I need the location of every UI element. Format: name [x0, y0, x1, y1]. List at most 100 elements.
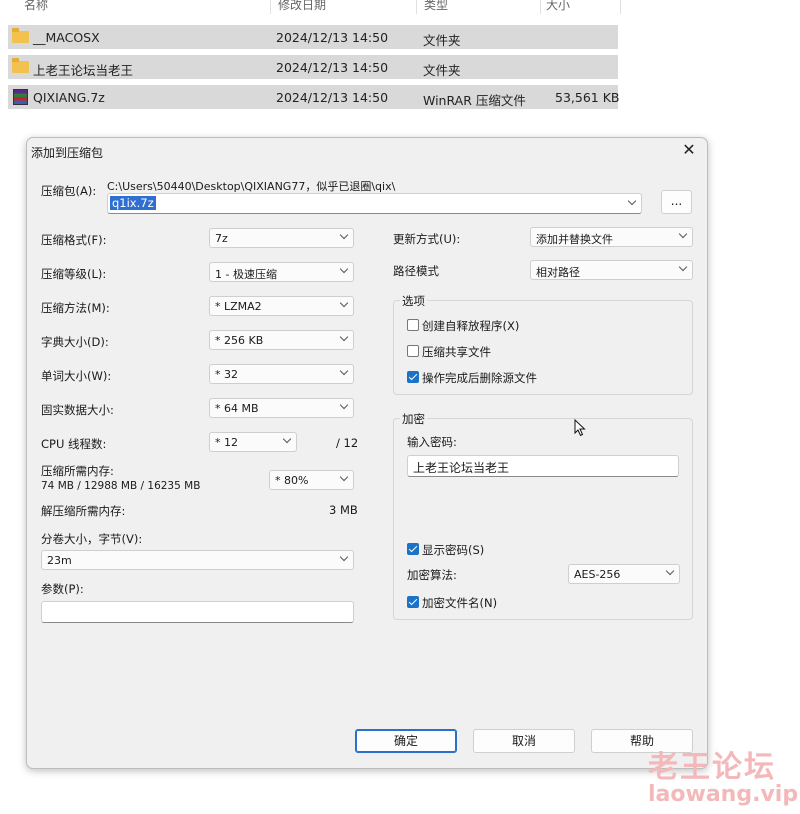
sfx-checkbox[interactable]: [407, 319, 419, 331]
params-label: 参数(P):: [41, 582, 84, 596]
encrypt-names-label[interactable]: 加密文件名(N): [422, 595, 497, 611]
column-header-size[interactable]: 大小: [546, 0, 570, 14]
column-header-date[interactable]: 修改日期: [278, 0, 326, 14]
encryption-title: 加密: [400, 411, 427, 427]
show-password-checkbox[interactable]: [407, 543, 419, 555]
threads-total: / 12: [336, 436, 359, 450]
method-select[interactable]: * LZMA2: [209, 296, 354, 316]
shared-files-checkbox[interactable]: [407, 345, 419, 357]
column-header-name[interactable]: 名称: [24, 0, 48, 14]
chevron-down-icon: [339, 264, 349, 274]
threads-value: * 12: [215, 436, 238, 449]
cancel-button[interactable]: 取消: [473, 729, 575, 753]
encrypt-names-checkbox[interactable]: [407, 596, 419, 608]
chevron-down-icon: [339, 400, 349, 410]
chevron-down-icon: [339, 332, 349, 342]
archive-name-combobox[interactable]: q1ix.7z: [107, 193, 642, 214]
file-name: QIXIANG.7z: [33, 90, 105, 105]
update-select[interactable]: 添加并替换文件: [530, 227, 693, 247]
dict-value: * 256 KB: [215, 334, 264, 347]
winrar-archive-icon: [13, 89, 28, 105]
file-size: 53,561 KB: [555, 90, 620, 105]
threads-select[interactable]: * 12: [209, 432, 297, 452]
archive-path: C:\Users\50440\Desktop\QIXIANG77，似乎已退圈\q…: [107, 180, 396, 193]
watermark-url: laowang.vip: [648, 782, 799, 807]
volume-value: 23m: [47, 554, 72, 567]
level-label: 压缩等级(L):: [41, 267, 107, 281]
password-label: 输入密码:: [407, 435, 457, 449]
mem-decomp-value: 3 MB: [329, 503, 358, 517]
file-date: 2024/12/13 14:50: [276, 60, 389, 75]
dict-select[interactable]: * 256 KB: [209, 330, 354, 350]
mem-comp-value: * 80%: [275, 474, 309, 487]
chevron-down-icon: [339, 366, 349, 376]
chevron-down-icon: [665, 566, 675, 576]
mouse-cursor-icon: [574, 419, 586, 437]
enc-method-select[interactable]: AES-256: [568, 564, 680, 584]
browse-button[interactable]: ...: [661, 190, 692, 214]
level-value: 1 - 极速压缩: [215, 268, 277, 281]
chevron-down-icon: [282, 434, 292, 444]
archive-label: 压缩包(A):: [41, 184, 97, 198]
password-value: 上老王论坛当老王: [413, 461, 510, 475]
level-select[interactable]: 1 - 极速压缩: [209, 262, 354, 282]
shared-files-label[interactable]: 压缩共享文件: [422, 344, 491, 360]
solid-label: 固实数据大小:: [41, 403, 114, 417]
chevron-down-icon: [339, 552, 349, 562]
sfx-label[interactable]: 创建自释放程序(X): [422, 318, 519, 334]
chevron-down-icon: [339, 298, 349, 308]
update-value: 添加并替换文件: [536, 233, 613, 246]
chevron-down-icon: [339, 472, 349, 482]
chevron-down-icon: [339, 230, 349, 240]
column-separator: [270, 0, 271, 14]
mem-decomp-label: 解压缩所需内存:: [41, 504, 126, 518]
chevron-down-icon[interactable]: [627, 196, 637, 206]
archive-name-selected-text: q1ix.7z: [110, 196, 156, 210]
file-name: __MACOSX: [33, 30, 100, 45]
solid-select[interactable]: * 64 MB: [209, 398, 354, 418]
column-separator: [620, 0, 621, 14]
file-row-macosx[interactable]: __MACOSX 2024/12/13 14:50 文件夹: [8, 25, 618, 49]
file-date: 2024/12/13 14:50: [276, 30, 389, 45]
method-label: 压缩方法(M):: [41, 301, 110, 315]
file-row-archive[interactable]: QIXIANG.7z 2024/12/13 14:50 WinRAR 压缩文件 …: [8, 85, 620, 109]
format-value: 7z: [215, 232, 228, 245]
close-icon[interactable]: ✕: [679, 140, 699, 160]
enc-method-label: 加密算法:: [407, 568, 457, 582]
chevron-down-icon: [678, 229, 688, 239]
folder-icon: [12, 28, 29, 43]
add-to-archive-dialog: 添加到压缩包 ✕ 压缩包(A): C:\Users\50440\Desktop\…: [26, 137, 708, 769]
path-mode-value: 相对路径: [536, 266, 580, 279]
file-type: 文件夹: [423, 63, 461, 78]
dict-label: 字典大小(D):: [41, 335, 109, 349]
delete-source-label[interactable]: 操作完成后删除源文件: [422, 370, 537, 386]
folder-icon: [12, 58, 29, 73]
delete-source-checkbox[interactable]: [407, 371, 419, 383]
params-input[interactable]: [41, 601, 354, 623]
volume-label: 分卷大小，字节(V):: [41, 532, 143, 546]
word-label: 单词大小(W):: [41, 369, 112, 383]
word-select[interactable]: * 32: [209, 364, 354, 384]
threads-label: CPU 线程数:: [41, 437, 107, 451]
dialog-title: 添加到压缩包: [31, 146, 104, 160]
chevron-down-icon: [678, 262, 688, 272]
ok-button[interactable]: 确定: [355, 729, 457, 753]
path-mode-label: 路径模式: [393, 264, 439, 278]
file-type: 文件夹: [423, 33, 461, 48]
file-date: 2024/12/13 14:50: [276, 90, 389, 105]
file-row-folder[interactable]: 上老王论坛当老王 2024/12/13 14:50 文件夹: [8, 55, 618, 79]
file-name: 上老王论坛当老王: [33, 63, 134, 78]
format-select[interactable]: 7z: [209, 228, 354, 248]
column-header-type[interactable]: 类型: [424, 0, 448, 14]
show-password-label[interactable]: 显示密码(S): [422, 542, 484, 558]
path-mode-select[interactable]: 相对路径: [530, 260, 693, 280]
column-separator: [540, 0, 541, 14]
word-value: * 32: [215, 368, 238, 381]
mem-comp-select[interactable]: * 80%: [269, 470, 354, 490]
mem-comp-label: 压缩所需内存:: [41, 464, 114, 478]
update-label: 更新方式(U):: [393, 232, 461, 246]
options-title: 选项: [400, 293, 427, 309]
password-input[interactable]: 上老王论坛当老王: [407, 455, 679, 477]
volume-combobox[interactable]: 23m: [41, 550, 354, 570]
enc-method-value: AES-256: [574, 568, 621, 581]
